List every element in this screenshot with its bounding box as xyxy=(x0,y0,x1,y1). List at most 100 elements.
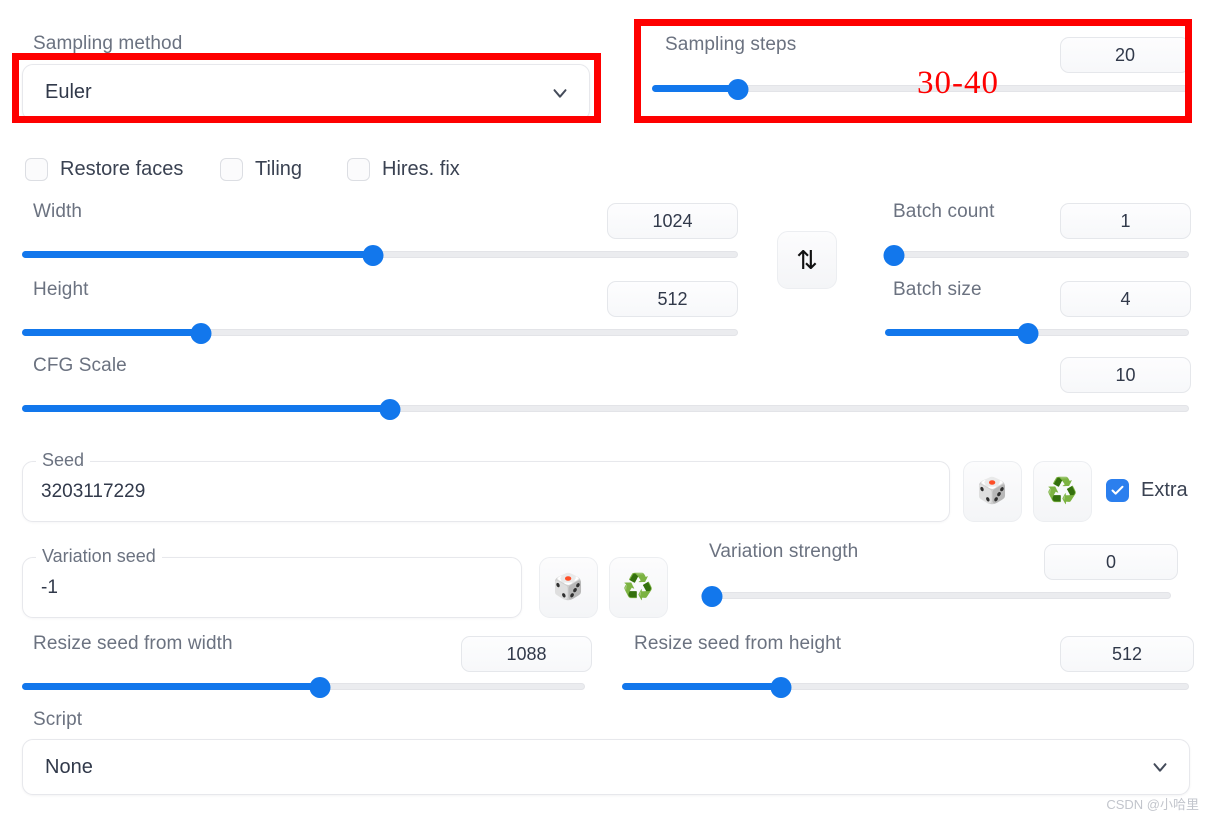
variation-strength-value: 0 xyxy=(1105,551,1116,572)
batch-size-label-wrap: Batch size xyxy=(893,279,982,301)
slider-fill xyxy=(652,85,738,92)
batch-size-slider[interactable] xyxy=(885,323,1189,344)
variation-strength-label-wrap: Variation strength xyxy=(709,541,858,563)
sampling-method-label-wrap: Sampling method xyxy=(33,33,182,55)
cfg-scale-label: CFG Scale xyxy=(33,355,127,376)
checkbox-hires-fix[interactable]: Hires. fix xyxy=(347,158,460,181)
resize-seed-width-label-wrap: Resize seed from width xyxy=(33,633,233,655)
slider-fill xyxy=(22,683,321,690)
slider-thumb[interactable] xyxy=(379,399,401,420)
resize-seed-width-value-input[interactable]: 1088 xyxy=(461,636,592,672)
watermark: CSDN @小哈里 xyxy=(1106,797,1199,812)
checkbox-label: Extra xyxy=(1141,479,1188,501)
swap-dimensions-button[interactable]: ⇅ xyxy=(777,231,837,289)
batch-count-value-input[interactable]: 1 xyxy=(1060,203,1191,239)
sampling-method-label: Sampling method xyxy=(33,33,183,54)
sampling-steps-label: Sampling steps xyxy=(665,34,797,55)
slider-thumb[interactable] xyxy=(727,79,749,100)
script-value: None xyxy=(45,755,93,778)
checkbox-box[interactable] xyxy=(220,158,243,181)
height-value: 512 xyxy=(657,288,688,309)
resize-seed-height-label-wrap: Resize seed from height xyxy=(634,633,841,655)
swap-vertical-icon: ⇅ xyxy=(796,245,818,275)
checkbox-box[interactable] xyxy=(1106,479,1129,502)
height-value-input[interactable]: 512 xyxy=(607,281,738,317)
annotation-text-steps: 30-40 xyxy=(917,65,999,101)
slider-thumb[interactable] xyxy=(883,245,905,266)
slider-track xyxy=(885,251,1189,258)
checkbox-box[interactable] xyxy=(25,158,48,181)
width-slider[interactable] xyxy=(22,245,738,266)
sampling-method-dropdown[interactable]: Euler xyxy=(22,64,590,121)
slider-track xyxy=(701,592,1171,599)
chevron-down-icon xyxy=(1149,756,1171,778)
width-label: Width xyxy=(33,201,83,222)
height-label-wrap: Height xyxy=(33,279,89,301)
slider-fill xyxy=(22,251,373,258)
variation-strength-label: Variation strength xyxy=(709,541,859,562)
seed-random-button[interactable]: 🎲 xyxy=(963,461,1022,522)
recycle-icon: ♻️ xyxy=(622,573,655,601)
seed-input[interactable]: 3203117229 xyxy=(22,461,950,522)
batch-count-label: Batch count xyxy=(893,201,995,222)
width-label-wrap: Width xyxy=(33,201,82,223)
slider-thumb[interactable] xyxy=(362,245,384,266)
cfg-scale-label-wrap: CFG Scale xyxy=(33,355,127,377)
sampling-method-value: Euler xyxy=(45,81,92,103)
batch-size-value-input[interactable]: 4 xyxy=(1060,281,1191,317)
resize-seed-height-slider[interactable] xyxy=(622,677,1189,698)
slider-fill xyxy=(22,329,201,336)
slider-thumb[interactable] xyxy=(770,677,792,698)
recycle-icon: ♻️ xyxy=(1046,477,1079,505)
resize-seed-height-value: 512 xyxy=(1111,643,1143,664)
checkbox-restore-faces[interactable]: Restore faces xyxy=(25,158,183,181)
resize-seed-height-value-input[interactable]: 512 xyxy=(1060,636,1194,672)
slider-fill xyxy=(22,405,390,412)
script-dropdown[interactable]: None xyxy=(22,739,1190,795)
resize-seed-width-value: 1088 xyxy=(506,643,547,664)
checkbox-tiling[interactable]: Tiling xyxy=(220,158,302,181)
height-label: Height xyxy=(33,279,89,300)
slider-fill xyxy=(885,329,1028,336)
batch-count-label-wrap: Batch count xyxy=(893,201,994,223)
cfg-scale-value-input[interactable]: 10 xyxy=(1060,357,1191,393)
width-value: 1024 xyxy=(652,210,693,231)
variation-seed-random-button[interactable]: 🎲 xyxy=(539,557,598,618)
script-label-wrap: Script xyxy=(33,709,82,731)
variation-seed-label: Variation seed xyxy=(36,546,162,567)
seed-label: Seed xyxy=(36,450,91,471)
width-value-input[interactable]: 1024 xyxy=(607,203,738,239)
resize-seed-height-label: Resize seed from height xyxy=(634,633,842,654)
seed-value: 3203117229 xyxy=(41,480,146,502)
batch-count-slider[interactable] xyxy=(883,245,1189,266)
variation-seed-field-wrap: Variation seed -1 xyxy=(22,546,522,618)
dice-icon: 🎲 xyxy=(552,573,585,601)
checkbox-label: Hires. fix xyxy=(382,158,460,180)
checkbox-extra[interactable]: Extra xyxy=(1106,479,1188,502)
variation-strength-slider[interactable] xyxy=(701,586,1171,607)
slider-thumb[interactable] xyxy=(190,323,212,344)
slider-thumb[interactable] xyxy=(309,677,331,698)
seed-reuse-button[interactable]: ♻️ xyxy=(1033,461,1092,522)
sd-webui-settings-panel: Sampling method Euler Sampling steps 20 … xyxy=(0,0,1213,822)
checkbox-box[interactable] xyxy=(347,158,370,181)
cfg-scale-value: 10 xyxy=(1115,364,1136,385)
resize-seed-width-slider[interactable] xyxy=(22,677,585,698)
resize-seed-width-label: Resize seed from width xyxy=(33,633,233,654)
variation-seed-reuse-button[interactable]: ♻️ xyxy=(609,557,668,618)
batch-size-label: Batch size xyxy=(893,279,982,300)
batch-count-value: 1 xyxy=(1120,210,1131,231)
slider-thumb[interactable] xyxy=(1017,323,1039,344)
checkbox-label: Restore faces xyxy=(60,158,184,180)
slider-thumb[interactable] xyxy=(701,586,723,607)
sampling-steps-value-input[interactable]: 20 xyxy=(1060,37,1190,73)
checkbox-label: Tiling xyxy=(255,158,303,180)
slider-fill xyxy=(622,683,781,690)
variation-strength-value-input[interactable]: 0 xyxy=(1044,544,1178,580)
height-slider[interactable] xyxy=(22,323,738,344)
cfg-scale-slider[interactable] xyxy=(22,399,1189,420)
script-label: Script xyxy=(33,709,83,730)
batch-size-value: 4 xyxy=(1120,288,1131,309)
sampling-steps-value: 20 xyxy=(1114,44,1136,65)
sampling-steps-label-wrap: Sampling steps xyxy=(665,34,796,56)
